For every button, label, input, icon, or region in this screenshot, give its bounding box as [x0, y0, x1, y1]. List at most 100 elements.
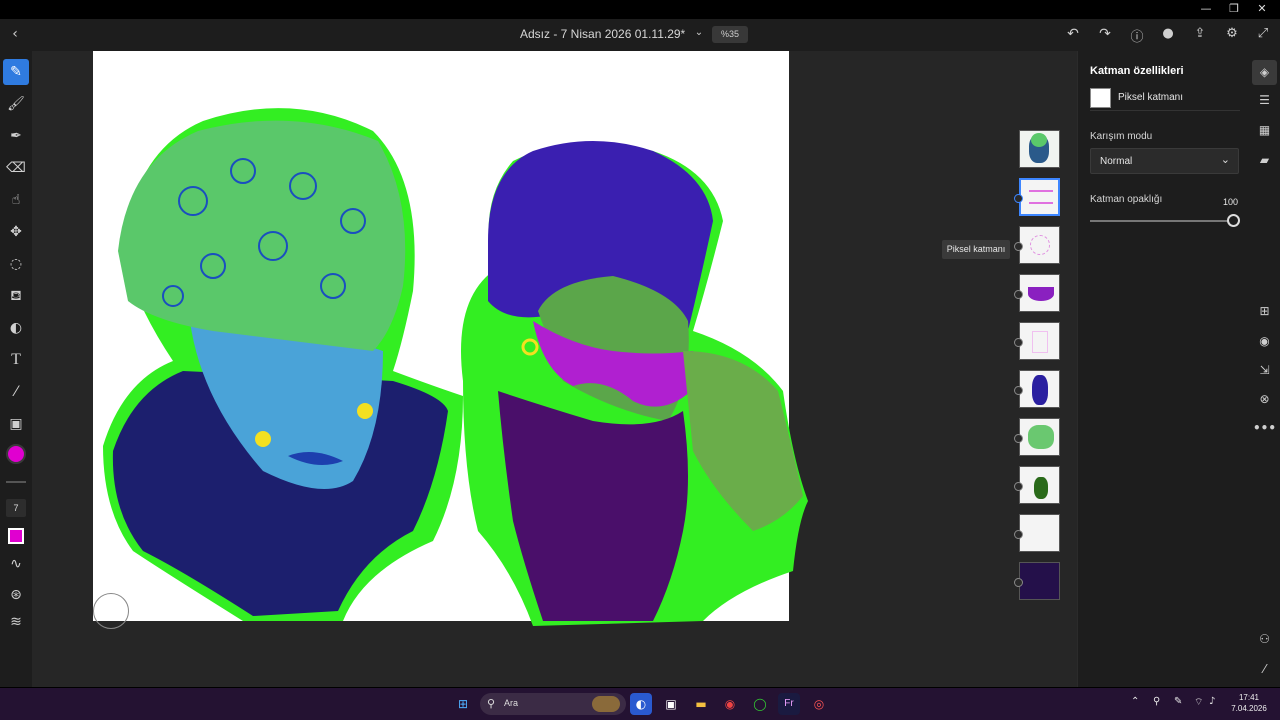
blend-icon[interactable]: ◐: [3, 315, 29, 341]
secondary-color-swatch[interactable]: [8, 528, 24, 544]
add-layer-icon[interactable]: ⊞: [1252, 299, 1277, 324]
visibility-dot[interactable]: [1014, 386, 1023, 395]
layer-thumbnail[interactable]: [1019, 514, 1060, 552]
file-explorer-icon[interactable]: ▬: [690, 693, 712, 715]
tool-bar: ✎ 🖌 ✒ ⌫ ☝ ✥ ◌ ⛾ ◐ T ⁄ ▣ 7 ∿ ⊛ ≋: [0, 51, 32, 687]
right-panel-bar: ◈ ☰ ▦ ▰ ⊞ ◉ ⇲ ⊗ ••• ⚇ ⁄: [1249, 51, 1280, 687]
shapes-icon[interactable]: ⚇: [1252, 627, 1277, 652]
layer-thumbnail[interactable]: [1019, 130, 1060, 168]
brush-size[interactable]: 7: [6, 499, 26, 517]
visibility-dot[interactable]: [1014, 290, 1023, 299]
back-icon[interactable]: ‹: [6, 26, 24, 42]
move-icon[interactable]: ✥: [3, 219, 29, 245]
search-icon: ⚲: [487, 698, 496, 710]
fullscreen-icon[interactable]: ⤢: [1254, 26, 1272, 41]
search-placeholder: Ara: [504, 698, 519, 708]
vector-brush-icon[interactable]: ✒: [3, 123, 29, 149]
mask-icon[interactable]: ⊗: [1252, 387, 1277, 412]
layer-type-label: Piksel katmanı: [1118, 92, 1184, 103]
opacity-slider-track[interactable]: [1090, 220, 1233, 222]
share-icon[interactable]: ⇪: [1191, 26, 1209, 41]
visibility-dot[interactable]: [1014, 482, 1023, 491]
clock-date: 7.04.2026: [1231, 704, 1267, 713]
layer-properties-panel: Katman özellikleri Piksel katmanı Karışı…: [1077, 51, 1249, 687]
chrome-icon[interactable]: ◉: [719, 693, 741, 715]
opacity-value: 100: [1222, 197, 1238, 207]
lasso-icon[interactable]: ◌: [3, 251, 29, 277]
opacity-slider-handle[interactable]: [1227, 214, 1240, 227]
stroke-icon[interactable]: ∿: [3, 551, 29, 577]
import-icon[interactable]: ⇲: [1252, 358, 1277, 383]
color-swatch[interactable]: [6, 444, 26, 464]
fresco-app-icon[interactable]: Fr: [778, 693, 800, 715]
layers-icon[interactable]: ◈: [1252, 60, 1277, 85]
visibility-dot[interactable]: [1014, 194, 1023, 203]
layer-type-row: Piksel katmanı: [1090, 87, 1240, 111]
clock-time: 17:41: [1238, 693, 1260, 702]
grid-icon[interactable]: ▦: [1252, 118, 1277, 143]
pixel-brush-icon[interactable]: ✎: [3, 59, 29, 85]
blend-mode-value: Normal: [1100, 156, 1133, 167]
user-icon[interactable]: ●: [1159, 26, 1177, 41]
visibility-dot[interactable]: [1014, 434, 1023, 443]
layers-strip: [1014, 126, 1063, 606]
chevron-down-icon[interactable]: ⌄: [692, 27, 706, 38]
store-icon[interactable]: ▣: [660, 693, 682, 715]
layer-thumbnail[interactable]: [1019, 274, 1060, 312]
layer-thumbnail[interactable]: [1019, 322, 1060, 360]
system-clock[interactable]: 17:41 7.04.2026: [1226, 692, 1272, 714]
pen-icon[interactable]: ✎: [1174, 696, 1182, 707]
volume-icon[interactable]: ♪: [1209, 696, 1215, 707]
redo-icon[interactable]: ↷: [1096, 26, 1114, 42]
app-icon[interactable]: ◎: [808, 693, 830, 715]
close-icon[interactable]: ✕: [1254, 2, 1270, 16]
layer-thumbnail[interactable]: [1019, 562, 1060, 600]
settings-icon[interactable]: ⚙: [1223, 26, 1241, 41]
ruler-icon[interactable]: ⁄: [1252, 657, 1277, 682]
text-icon[interactable]: T: [3, 347, 29, 373]
drawing-canvas[interactable]: [93, 51, 808, 629]
minimize-icon[interactable]: —: [1198, 2, 1214, 16]
layer-thumbnail-selected[interactable]: [1019, 178, 1060, 216]
pixel-layer-icon: [1090, 88, 1111, 108]
smudge-icon[interactable]: ☝: [3, 187, 29, 213]
help-icon[interactable]: ⓘ: [1128, 26, 1146, 45]
layer-thumbnail[interactable]: [1019, 466, 1060, 504]
visibility-dot[interactable]: [1014, 530, 1023, 539]
live-brush-icon[interactable]: 🖌: [3, 91, 29, 117]
wifi-icon[interactable]: ⌔: [1194, 696, 1203, 709]
undo-icon[interactable]: ↶: [1064, 26, 1082, 42]
layer-tooltip: Piksel katmanı: [942, 240, 1010, 259]
zoom-level[interactable]: %35: [712, 26, 748, 43]
fill-icon[interactable]: ⛾: [3, 283, 29, 309]
restore-icon[interactable]: ❐: [1226, 2, 1242, 16]
document-title[interactable]: Adsız - 7 Nisan 2026 01.11.29*: [520, 27, 685, 41]
microphone-icon[interactable]: ⚲: [1153, 696, 1160, 707]
more-icon[interactable]: •••: [1252, 416, 1277, 441]
brush-settings-icon[interactable]: ≋: [3, 609, 29, 635]
visibility-icon[interactable]: ◉: [1252, 329, 1277, 354]
whatsapp-icon[interactable]: ◯: [749, 693, 771, 715]
search-highlight-icon: [592, 696, 620, 712]
eyedropper-icon[interactable]: ⁄: [3, 379, 29, 405]
visibility-dot[interactable]: [1014, 338, 1023, 347]
visibility-dot[interactable]: [1014, 578, 1023, 587]
window-titlebar: — ❐ ✕: [0, 0, 1280, 19]
opacity-label: Katman opaklığı: [1090, 194, 1163, 205]
adjust-icon[interactable]: ☰: [1252, 88, 1277, 113]
brush-cursor: [93, 593, 129, 629]
tray-expand-icon[interactable]: ⌃: [1131, 696, 1139, 707]
comment-icon[interactable]: ▰: [1252, 148, 1277, 173]
eraser-icon[interactable]: ⌫: [3, 155, 29, 181]
chevron-down-icon: ⌄: [1220, 154, 1230, 166]
layer-thumbnail[interactable]: [1019, 370, 1060, 408]
taskbar-search[interactable]: ⚲ Ara: [480, 693, 626, 715]
layer-thumbnail[interactable]: [1019, 418, 1060, 456]
copilot-icon[interactable]: ◐: [630, 693, 652, 715]
windows-start-icon[interactable]: ⊞: [452, 693, 474, 715]
blend-mode-select[interactable]: Normal ⌄: [1090, 148, 1239, 174]
stabilizer-icon[interactable]: ⊛: [3, 582, 29, 608]
layer-thumbnail[interactable]: [1019, 226, 1060, 264]
visibility-dot[interactable]: [1014, 242, 1023, 251]
image-icon[interactable]: ▣: [3, 411, 29, 437]
